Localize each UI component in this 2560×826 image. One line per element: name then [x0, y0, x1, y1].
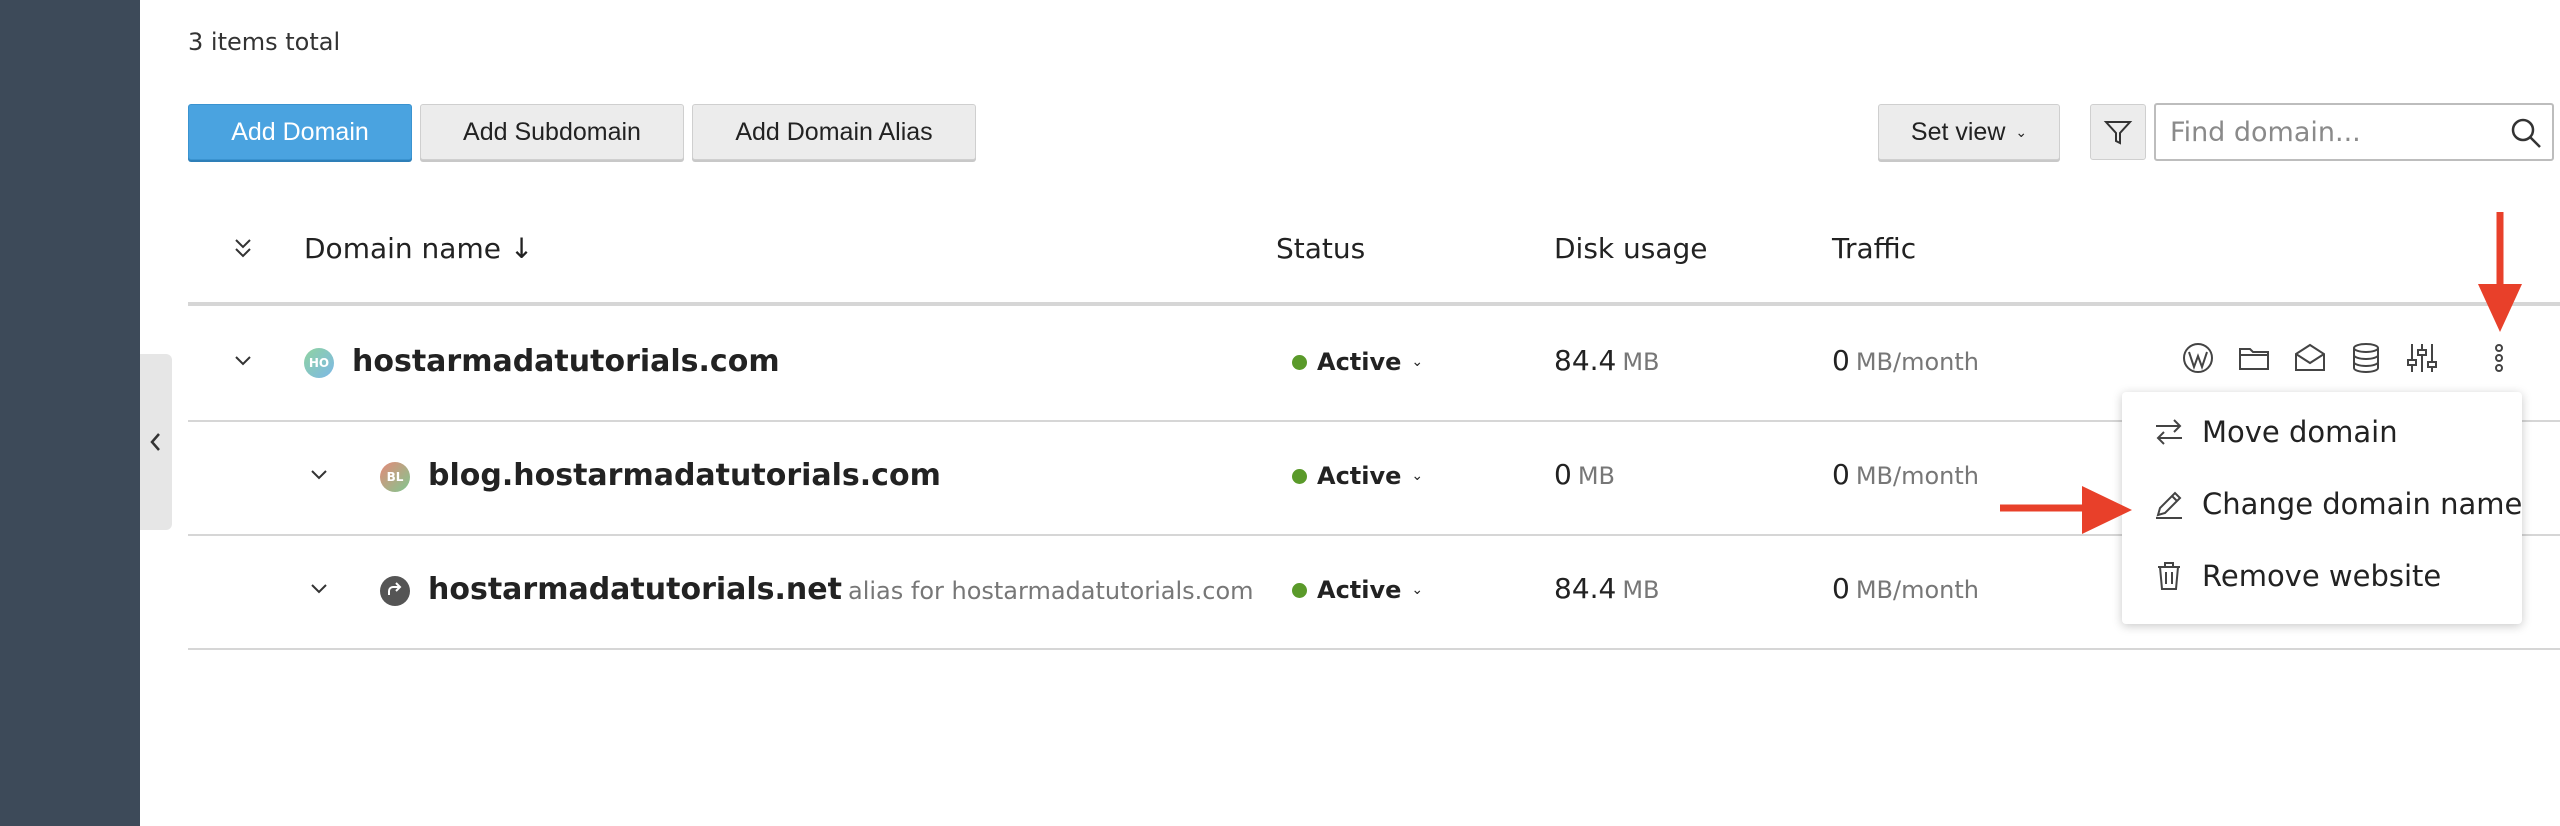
- status-dot: [1292, 582, 1307, 598]
- filter-icon: [2103, 121, 2133, 145]
- menu-item-move-domain[interactable]: Move domain: [2122, 396, 2522, 468]
- add-domain-alias-button[interactable]: Add Domain Alias: [692, 104, 976, 160]
- status-dot: [1292, 354, 1307, 370]
- disk-usage-number: 84.4: [1554, 572, 1617, 605]
- menu-item-change-domain-name[interactable]: Change domain name: [2122, 468, 2522, 540]
- traffic-value: 0 MB/month: [1832, 572, 1979, 605]
- status-badge[interactable]: Active ⌄: [1292, 576, 1423, 604]
- status-dot: [1292, 468, 1307, 484]
- add-subdomain-button[interactable]: Add Subdomain: [420, 104, 684, 160]
- more-actions-dropdown: Move domain Change domain name Remove we…: [2122, 392, 2522, 624]
- trash-icon: [2158, 562, 2180, 590]
- column-header-domain-name[interactable]: Domain name ↓: [304, 232, 533, 265]
- domain-name-link[interactable]: hostarmadatutorials.com: [352, 344, 780, 379]
- more-vertical-icon: [2495, 344, 2503, 372]
- search-input[interactable]: [2170, 105, 2500, 159]
- menu-item-label: Move domain: [2202, 415, 2398, 449]
- domain-name-cell: hostarmadatutorials.net alias for hostarm…: [428, 572, 1254, 607]
- chevron-down-icon[interactable]: [232, 350, 254, 372]
- settings-sliders-icon[interactable]: [2404, 340, 2440, 376]
- annotation-arrow-right: [2000, 486, 2132, 534]
- chevron-down-icon[interactable]: [308, 464, 330, 486]
- left-sidebar: [0, 0, 140, 826]
- traffic-number: 0: [1832, 458, 1850, 491]
- set-view-label: Set view: [1910, 117, 2006, 146]
- disk-usage-value: 84.4 MB: [1554, 344, 1660, 377]
- avatar: BL: [380, 462, 410, 492]
- domain-name-link[interactable]: blog.hostarmadatutorials.com: [428, 458, 941, 493]
- mail-icon[interactable]: [2292, 340, 2328, 376]
- folder-icon[interactable]: [2236, 340, 2272, 376]
- traffic-number: 0: [1832, 344, 1850, 377]
- search-icon[interactable]: [2508, 115, 2544, 151]
- status-label: Active: [1317, 462, 1402, 490]
- chevron-left-icon: [150, 433, 160, 451]
- chevron-down-icon: ⌄: [1411, 354, 1424, 370]
- set-view-button[interactable]: Set view ⌄: [1878, 104, 2060, 160]
- menu-item-remove-website[interactable]: Remove website: [2122, 540, 2522, 612]
- traffic-value: 0 MB/month: [1832, 458, 1979, 491]
- sidebar-collapse-button[interactable]: [140, 354, 172, 530]
- main-content: 3 items total Add Domain Add Subdomain A…: [188, 0, 2560, 826]
- avatar: HO: [304, 348, 334, 378]
- add-domain-button[interactable]: Add Domain: [188, 104, 412, 160]
- alias-redirect-icon: [380, 576, 410, 606]
- search-box[interactable]: [2154, 103, 2554, 161]
- status-label: Active: [1317, 576, 1402, 604]
- row-action-icons: [2180, 340, 2440, 376]
- chevron-down-icon: ⌄: [1411, 468, 1424, 484]
- disk-usage-unit: MB: [1622, 348, 1660, 376]
- menu-item-label: Remove website: [2202, 559, 2442, 593]
- status-badge[interactable]: Active ⌄: [1292, 348, 1423, 376]
- column-header-status[interactable]: Status: [1276, 232, 1365, 265]
- domain-name-link[interactable]: hostarmadatutorials.net: [428, 572, 842, 607]
- traffic-unit: MB/month: [1855, 348, 1979, 376]
- disk-usage-number: 0: [1554, 458, 1572, 491]
- alias-note: alias for hostarmadatutorials.com: [847, 577, 1254, 605]
- menu-item-label: Change domain name: [2202, 487, 2523, 521]
- traffic-unit: MB/month: [1855, 576, 1979, 604]
- annotation-arrow-down: [2478, 212, 2522, 332]
- traffic-number: 0: [1832, 572, 1850, 605]
- more-actions-button[interactable]: [2484, 338, 2514, 378]
- expand-all-icon[interactable]: [232, 236, 254, 262]
- pencil-icon: [2156, 491, 2182, 519]
- filter-button[interactable]: [2090, 104, 2146, 160]
- status-label: Active: [1317, 348, 1402, 376]
- disk-usage-value: 0 MB: [1554, 458, 1615, 491]
- wordpress-icon[interactable]: [2180, 340, 2216, 376]
- column-header-traffic[interactable]: Traffic: [1832, 232, 1916, 265]
- database-icon[interactable]: [2348, 340, 2384, 376]
- traffic-value: 0 MB/month: [1832, 344, 1979, 377]
- chevron-down-icon: ⌄: [2015, 123, 2028, 140]
- traffic-unit: MB/month: [1855, 462, 1979, 490]
- items-total-count: 3 items total: [188, 28, 341, 56]
- chevron-down-icon[interactable]: [308, 578, 330, 600]
- disk-usage-unit: MB: [1577, 462, 1615, 490]
- disk-usage-unit: MB: [1622, 576, 1660, 604]
- table-header: Domain name ↓ Status Disk usage Traffic: [188, 210, 2560, 306]
- arrows-swap-icon: [2156, 419, 2182, 445]
- column-header-disk-usage[interactable]: Disk usage: [1554, 232, 1708, 265]
- chevron-down-icon: ⌄: [1411, 582, 1424, 598]
- status-badge[interactable]: Active ⌄: [1292, 462, 1423, 490]
- disk-usage-number: 84.4: [1554, 344, 1617, 377]
- disk-usage-value: 84.4 MB: [1554, 572, 1660, 605]
